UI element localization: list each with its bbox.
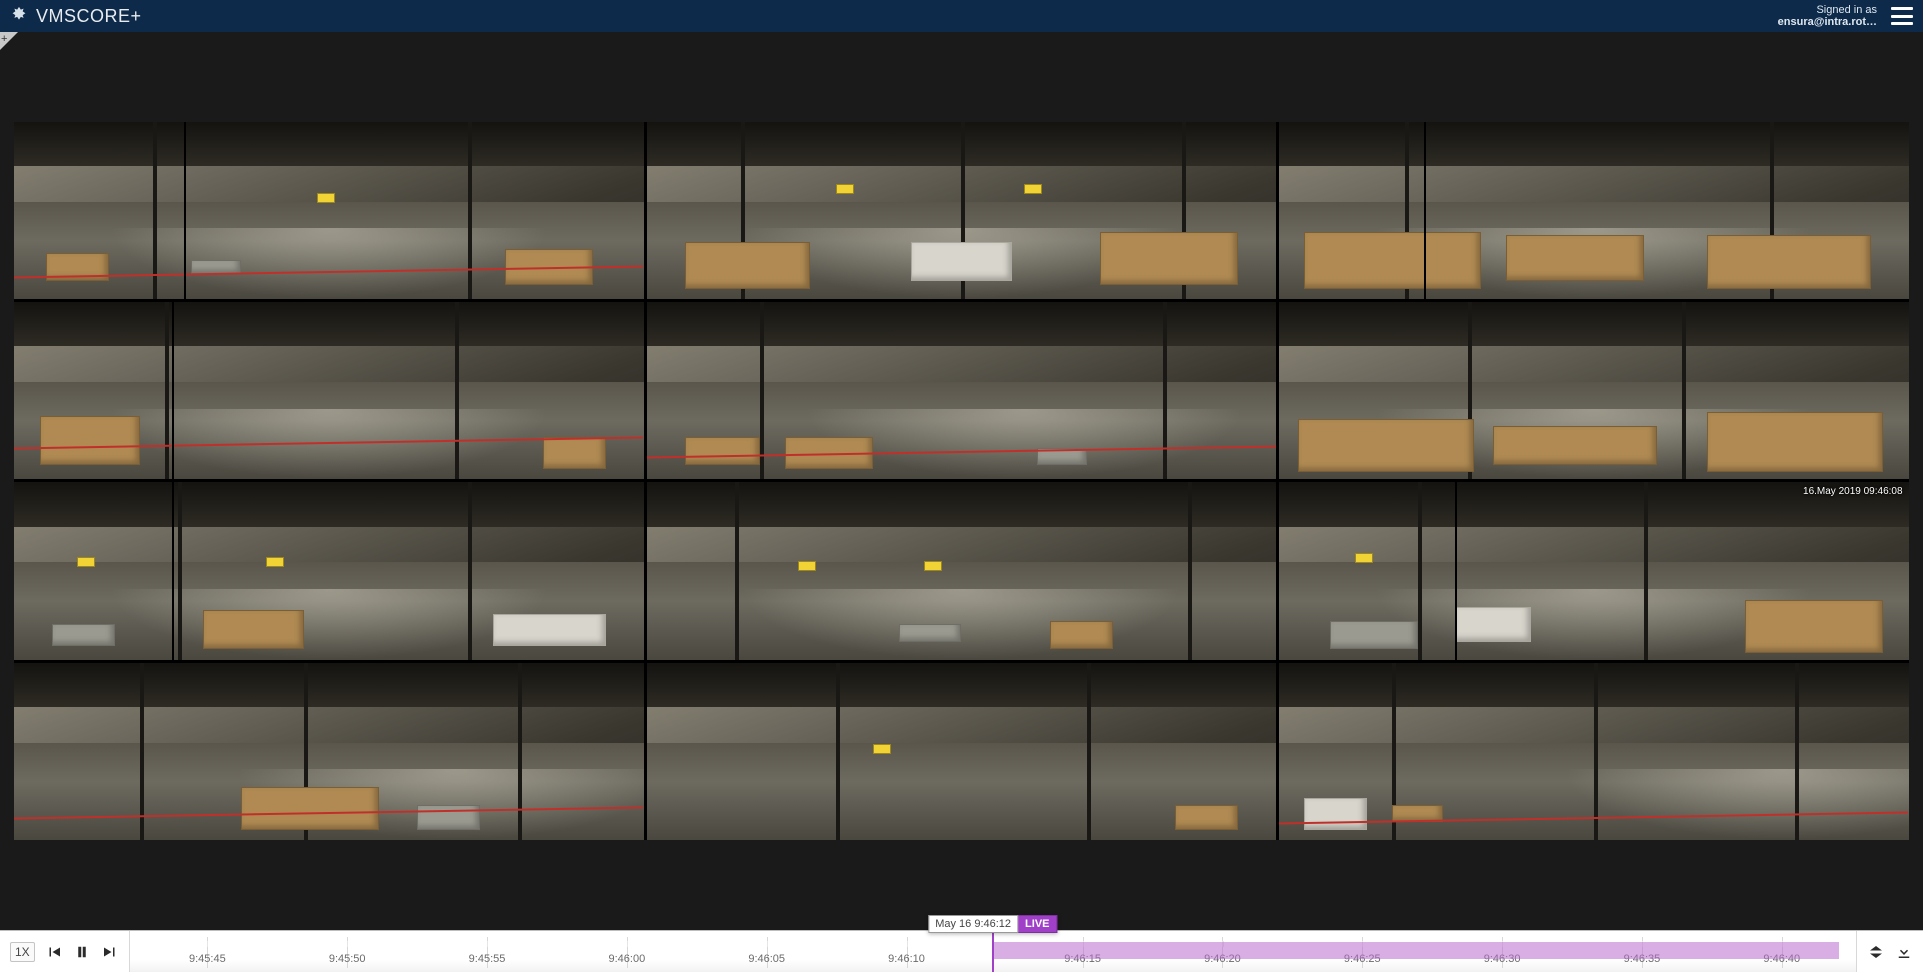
camera-overlay-timestamp: 16.May 2019 09:46:08	[1803, 486, 1903, 497]
main-menu-button[interactable]	[1891, 7, 1913, 25]
signed-in-label: Signed in as	[1778, 4, 1877, 16]
camera-grid: 16.May 2019 09:46:08	[14, 122, 1908, 840]
timeline-tick: 9:45:55	[487, 931, 488, 972]
playhead[interactable]: May 16 9:46:12 LIVE	[928, 915, 1057, 933]
timeline-tick: 9:46:10	[907, 931, 908, 972]
collapse-timeline-button[interactable]	[1867, 943, 1885, 961]
skip-forward-button[interactable]	[101, 943, 119, 961]
camera-tile[interactable]	[1279, 663, 1908, 840]
timeline-tick: 9:45:50	[347, 931, 348, 972]
signed-in-username: ensura@intra.rot…	[1778, 16, 1877, 28]
camera-tile[interactable]	[14, 663, 643, 840]
timeline-tick: 9:46:00	[627, 931, 628, 972]
skip-back-button[interactable]	[45, 943, 63, 961]
app-header: VMSCORE+ Signed in as ensura@intra.rot…	[0, 0, 1923, 32]
camera-tile[interactable]	[647, 482, 1276, 659]
camera-tile[interactable]	[647, 663, 1276, 840]
pause-button[interactable]	[73, 943, 91, 961]
camera-tile[interactable]: 16.May 2019 09:46:08	[1279, 482, 1908, 659]
playback-bar: 1X 9:45:459:45:509:45:559:46:009:46:059:…	[0, 930, 1923, 972]
timeline-tick-label: 9:46:10	[888, 953, 925, 965]
camera-tile[interactable]	[1279, 122, 1908, 299]
timeline-tick-label: 9:46:00	[609, 953, 646, 965]
camera-tile[interactable]	[1279, 302, 1908, 479]
timeline-tick: 9:45:45	[207, 931, 208, 972]
camera-tile[interactable]	[647, 302, 1276, 479]
playhead-live-badge: LIVE	[1018, 915, 1057, 933]
signed-in-block: Signed in as ensura@intra.rot…	[1778, 4, 1877, 28]
app-logo-icon	[8, 5, 30, 27]
playback-controls: 1X	[0, 931, 130, 972]
export-download-button[interactable]	[1895, 943, 1913, 961]
add-view-tab-button[interactable]	[0, 32, 18, 50]
video-stage: 16.May 2019 09:46:08	[0, 32, 1923, 930]
playhead-line	[992, 931, 994, 972]
timeline-tick: 9:46:05	[767, 931, 768, 972]
timeline-tick-label: 9:45:45	[189, 953, 226, 965]
camera-tile[interactable]	[14, 302, 643, 479]
timeline-tick-label: 9:46:05	[748, 953, 785, 965]
timeline-live-region	[993, 942, 1839, 959]
timeline[interactable]: 9:45:459:45:509:45:559:46:009:46:059:46:…	[130, 931, 1856, 972]
timeline-tick-label: 9:45:50	[329, 953, 366, 965]
camera-tile[interactable]	[14, 482, 643, 659]
playback-speed-button[interactable]: 1X	[10, 942, 35, 962]
timeline-right-controls	[1856, 931, 1923, 972]
app-title: VMSCORE+	[36, 6, 142, 27]
camera-tile[interactable]	[14, 122, 643, 299]
timeline-tick-label: 9:45:55	[469, 953, 506, 965]
playhead-datetime: May 16 9:46:12	[928, 915, 1018, 933]
camera-tile[interactable]	[647, 122, 1276, 299]
